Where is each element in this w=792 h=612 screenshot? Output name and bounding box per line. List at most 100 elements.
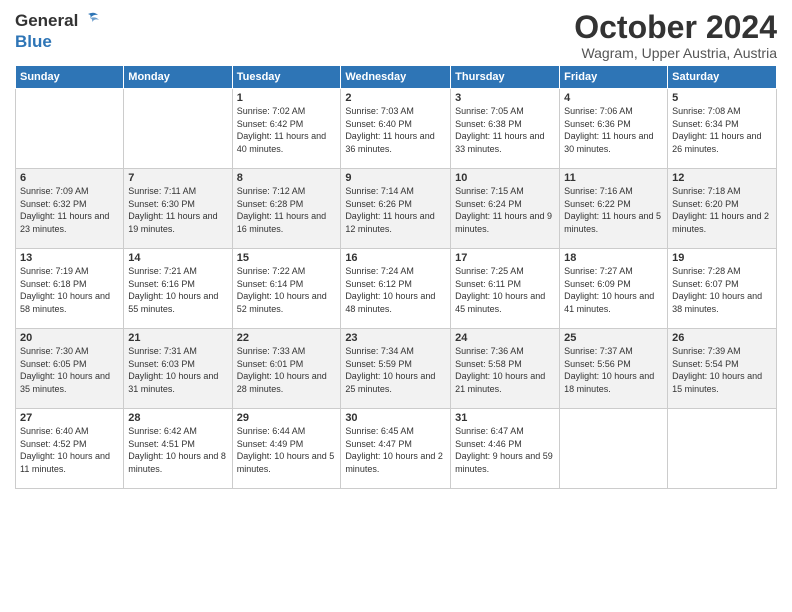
- calendar-cell: [560, 409, 668, 489]
- month-title: October 2024: [574, 10, 777, 45]
- day-number: 7: [128, 172, 227, 184]
- day-number: 26: [672, 332, 772, 344]
- logo: General Blue: [15, 10, 102, 52]
- day-number: 8: [237, 172, 337, 184]
- calendar-cell: 13Sunrise: 7:19 AM Sunset: 6:18 PM Dayli…: [16, 249, 124, 329]
- day-number: 3: [455, 92, 555, 104]
- calendar-cell: 3Sunrise: 7:05 AM Sunset: 6:38 PM Daylig…: [451, 89, 560, 169]
- calendar-cell: 26Sunrise: 7:39 AM Sunset: 5:54 PM Dayli…: [668, 329, 777, 409]
- calendar-cell: [124, 89, 232, 169]
- calendar-body: 1Sunrise: 7:02 AM Sunset: 6:42 PM Daylig…: [16, 89, 777, 489]
- day-info: Sunrise: 6:44 AM Sunset: 4:49 PM Dayligh…: [237, 425, 337, 475]
- calendar-cell: 19Sunrise: 7:28 AM Sunset: 6:07 PM Dayli…: [668, 249, 777, 329]
- day-number: 14: [128, 252, 227, 264]
- calendar-week-2: 6Sunrise: 7:09 AM Sunset: 6:32 PM Daylig…: [16, 169, 777, 249]
- calendar-cell: 16Sunrise: 7:24 AM Sunset: 6:12 PM Dayli…: [341, 249, 451, 329]
- day-number: 27: [20, 412, 119, 424]
- calendar-cell: 15Sunrise: 7:22 AM Sunset: 6:14 PM Dayli…: [232, 249, 341, 329]
- day-number: 20: [20, 332, 119, 344]
- day-number: 2: [345, 92, 446, 104]
- title-block: October 2024 Wagram, Upper Austria, Aust…: [574, 10, 777, 61]
- day-number: 5: [672, 92, 772, 104]
- day-number: 15: [237, 252, 337, 264]
- day-header-monday: Monday: [124, 66, 232, 89]
- calendar-cell: 17Sunrise: 7:25 AM Sunset: 6:11 PM Dayli…: [451, 249, 560, 329]
- day-info: Sunrise: 7:31 AM Sunset: 6:03 PM Dayligh…: [128, 345, 227, 395]
- day-number: 31: [455, 412, 555, 424]
- day-number: 23: [345, 332, 446, 344]
- day-info: Sunrise: 6:45 AM Sunset: 4:47 PM Dayligh…: [345, 425, 446, 475]
- day-info: Sunrise: 7:28 AM Sunset: 6:07 PM Dayligh…: [672, 265, 772, 315]
- day-number: 4: [564, 92, 663, 104]
- location-title: Wagram, Upper Austria, Austria: [574, 45, 777, 61]
- calendar-cell: 12Sunrise: 7:18 AM Sunset: 6:20 PM Dayli…: [668, 169, 777, 249]
- day-header-saturday: Saturday: [668, 66, 777, 89]
- day-info: Sunrise: 7:15 AM Sunset: 6:24 PM Dayligh…: [455, 185, 555, 235]
- calendar-week-3: 13Sunrise: 7:19 AM Sunset: 6:18 PM Dayli…: [16, 249, 777, 329]
- day-header-thursday: Thursday: [451, 66, 560, 89]
- day-header-friday: Friday: [560, 66, 668, 89]
- calendar-cell: 18Sunrise: 7:27 AM Sunset: 6:09 PM Dayli…: [560, 249, 668, 329]
- day-info: Sunrise: 7:05 AM Sunset: 6:38 PM Dayligh…: [455, 105, 555, 155]
- day-info: Sunrise: 7:11 AM Sunset: 6:30 PM Dayligh…: [128, 185, 227, 235]
- calendar-cell: [16, 89, 124, 169]
- calendar-cell: 6Sunrise: 7:09 AM Sunset: 6:32 PM Daylig…: [16, 169, 124, 249]
- calendar-cell: 20Sunrise: 7:30 AM Sunset: 6:05 PM Dayli…: [16, 329, 124, 409]
- day-number: 6: [20, 172, 119, 184]
- calendar-cell: 22Sunrise: 7:33 AM Sunset: 6:01 PM Dayli…: [232, 329, 341, 409]
- calendar-cell: 24Sunrise: 7:36 AM Sunset: 5:58 PM Dayli…: [451, 329, 560, 409]
- day-info: Sunrise: 7:27 AM Sunset: 6:09 PM Dayligh…: [564, 265, 663, 315]
- day-info: Sunrise: 7:12 AM Sunset: 6:28 PM Dayligh…: [237, 185, 337, 235]
- day-number: 25: [564, 332, 663, 344]
- calendar-cell: 28Sunrise: 6:42 AM Sunset: 4:51 PM Dayli…: [124, 409, 232, 489]
- day-number: 10: [455, 172, 555, 184]
- day-number: 18: [564, 252, 663, 264]
- day-info: Sunrise: 7:30 AM Sunset: 6:05 PM Dayligh…: [20, 345, 119, 395]
- calendar-cell: 23Sunrise: 7:34 AM Sunset: 5:59 PM Dayli…: [341, 329, 451, 409]
- day-number: 9: [345, 172, 446, 184]
- calendar-cell: 1Sunrise: 7:02 AM Sunset: 6:42 PM Daylig…: [232, 89, 341, 169]
- day-number: 22: [237, 332, 337, 344]
- day-info: Sunrise: 7:36 AM Sunset: 5:58 PM Dayligh…: [455, 345, 555, 395]
- day-info: Sunrise: 7:03 AM Sunset: 6:40 PM Dayligh…: [345, 105, 446, 155]
- day-info: Sunrise: 7:19 AM Sunset: 6:18 PM Dayligh…: [20, 265, 119, 315]
- calendar-cell: 4Sunrise: 7:06 AM Sunset: 6:36 PM Daylig…: [560, 89, 668, 169]
- day-number: 24: [455, 332, 555, 344]
- calendar-cell: 2Sunrise: 7:03 AM Sunset: 6:40 PM Daylig…: [341, 89, 451, 169]
- day-info: Sunrise: 6:40 AM Sunset: 4:52 PM Dayligh…: [20, 425, 119, 475]
- day-info: Sunrise: 7:25 AM Sunset: 6:11 PM Dayligh…: [455, 265, 555, 315]
- day-info: Sunrise: 7:24 AM Sunset: 6:12 PM Dayligh…: [345, 265, 446, 315]
- calendar-cell: 10Sunrise: 7:15 AM Sunset: 6:24 PM Dayli…: [451, 169, 560, 249]
- day-number: 19: [672, 252, 772, 264]
- calendar-cell: 29Sunrise: 6:44 AM Sunset: 4:49 PM Dayli…: [232, 409, 341, 489]
- day-number: 17: [455, 252, 555, 264]
- day-info: Sunrise: 7:14 AM Sunset: 6:26 PM Dayligh…: [345, 185, 446, 235]
- calendar-week-5: 27Sunrise: 6:40 AM Sunset: 4:52 PM Dayli…: [16, 409, 777, 489]
- calendar-table: SundayMondayTuesdayWednesdayThursdayFrid…: [15, 65, 777, 489]
- day-info: Sunrise: 7:21 AM Sunset: 6:16 PM Dayligh…: [128, 265, 227, 315]
- day-header-sunday: Sunday: [16, 66, 124, 89]
- day-number: 28: [128, 412, 227, 424]
- day-header-tuesday: Tuesday: [232, 66, 341, 89]
- day-info: Sunrise: 7:16 AM Sunset: 6:22 PM Dayligh…: [564, 185, 663, 235]
- day-number: 29: [237, 412, 337, 424]
- day-info: Sunrise: 6:42 AM Sunset: 4:51 PM Dayligh…: [128, 425, 227, 475]
- calendar-cell: 27Sunrise: 6:40 AM Sunset: 4:52 PM Dayli…: [16, 409, 124, 489]
- day-info: Sunrise: 6:47 AM Sunset: 4:46 PM Dayligh…: [455, 425, 555, 475]
- day-info: Sunrise: 7:33 AM Sunset: 6:01 PM Dayligh…: [237, 345, 337, 395]
- day-info: Sunrise: 7:22 AM Sunset: 6:14 PM Dayligh…: [237, 265, 337, 315]
- calendar-cell: 25Sunrise: 7:37 AM Sunset: 5:56 PM Dayli…: [560, 329, 668, 409]
- day-info: Sunrise: 7:18 AM Sunset: 6:20 PM Dayligh…: [672, 185, 772, 235]
- day-number: 1: [237, 92, 337, 104]
- calendar-cell: 8Sunrise: 7:12 AM Sunset: 6:28 PM Daylig…: [232, 169, 341, 249]
- calendar-cell: 9Sunrise: 7:14 AM Sunset: 6:26 PM Daylig…: [341, 169, 451, 249]
- day-info: Sunrise: 7:37 AM Sunset: 5:56 PM Dayligh…: [564, 345, 663, 395]
- day-number: 30: [345, 412, 446, 424]
- calendar-cell: 30Sunrise: 6:45 AM Sunset: 4:47 PM Dayli…: [341, 409, 451, 489]
- calendar-week-4: 20Sunrise: 7:30 AM Sunset: 6:05 PM Dayli…: [16, 329, 777, 409]
- calendar-cell: 11Sunrise: 7:16 AM Sunset: 6:22 PM Dayli…: [560, 169, 668, 249]
- logo-blue: Blue: [15, 32, 102, 52]
- day-number: 11: [564, 172, 663, 184]
- calendar-cell: 5Sunrise: 7:08 AM Sunset: 6:34 PM Daylig…: [668, 89, 777, 169]
- logo-bird-icon: [80, 10, 102, 32]
